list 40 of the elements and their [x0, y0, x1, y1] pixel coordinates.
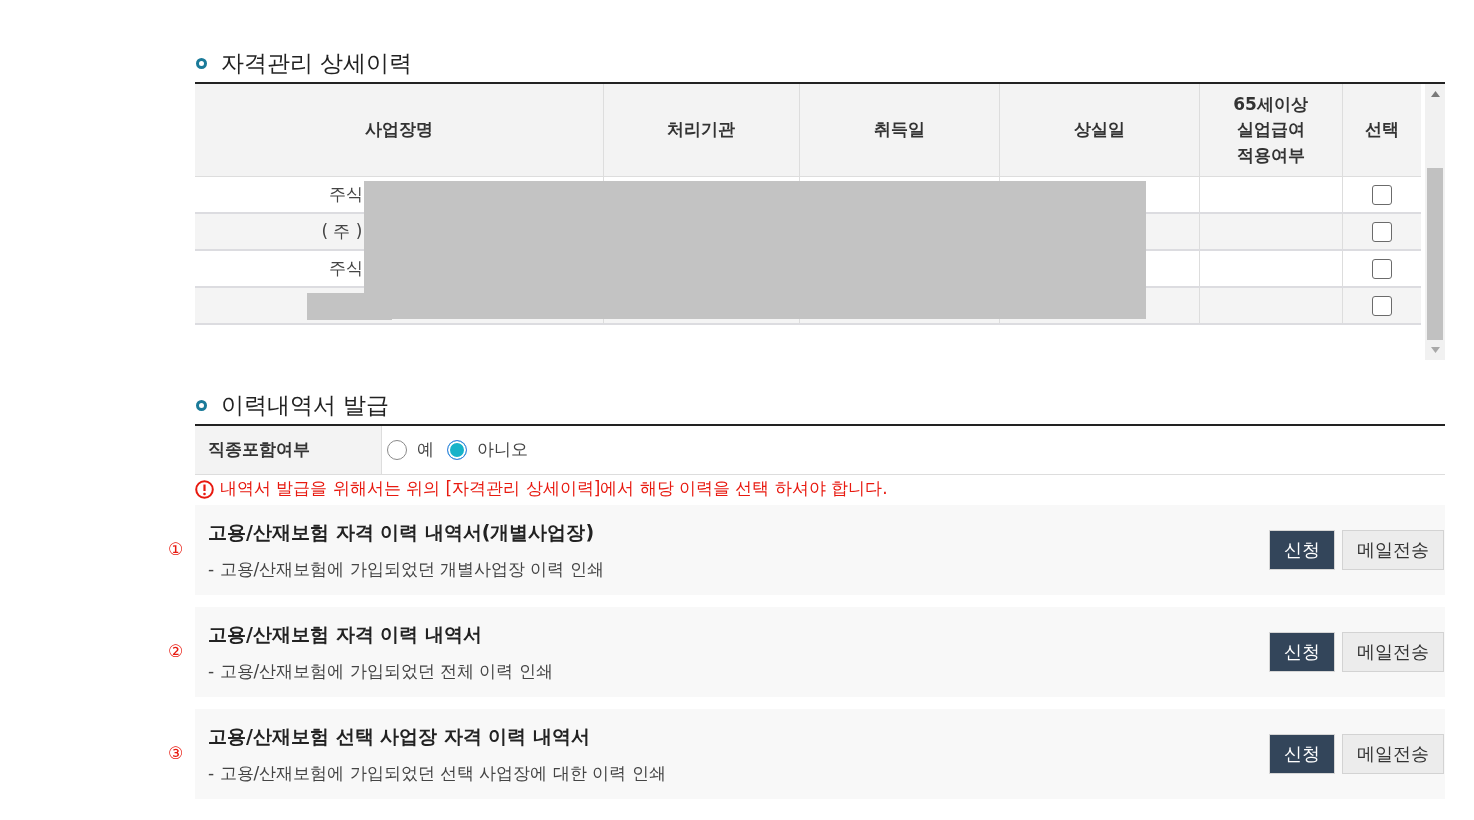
checkbox[interactable]: [1371, 258, 1392, 279]
checkbox[interactable]: [1371, 295, 1392, 316]
email-button[interactable]: 메일전송: [1342, 632, 1444, 672]
email-button[interactable]: 메일전송: [1342, 530, 1444, 570]
apply-button[interactable]: 신청: [1269, 632, 1335, 672]
document-description: - 고용/산재보험에 가입되었던 개별사업장 이력 인쇄: [208, 558, 604, 581]
scrollbar[interactable]: [1425, 84, 1445, 360]
apply-button[interactable]: 신청: [1269, 734, 1335, 774]
column-header: 선택: [1342, 84, 1421, 176]
checkbox[interactable]: [1371, 184, 1392, 205]
document-title: 고용/산재보험 자격 이력 내역서(개별사업장): [208, 520, 596, 545]
ring-icon: [196, 57, 207, 69]
document-description: - 고용/산재보험에 가입되었던 전체 이력 인쇄: [208, 660, 553, 683]
down-arrow-icon: [1430, 347, 1440, 354]
section-title: 자격관리 상세이력: [221, 51, 413, 75]
warning-message: 내역서 발급을 위해서는 위의 [자격관리 상세이력]에서 해당 이력을 선택 하셔야 합니다.: [220, 477, 888, 501]
section-title: 이력내역서 발급: [221, 393, 390, 417]
item-number: ①: [167, 539, 184, 560]
checkbox[interactable]: [1371, 221, 1392, 242]
item-number: ③: [167, 743, 184, 764]
item-number: ②: [167, 641, 184, 662]
radio-button[interactable]: [447, 440, 467, 460]
scrollbar-thumb[interactable]: [1427, 167, 1443, 341]
column-header: 사업장명: [195, 84, 603, 176]
apply-button[interactable]: 신청: [1269, 530, 1335, 570]
column-header: 처리기관: [603, 84, 799, 176]
radio-label[interactable]: 아니오: [477, 437, 528, 463]
up-arrow-icon: [1430, 90, 1440, 97]
document-title: 고용/산재보험 선택 사업장 자격 이력 내역서: [208, 724, 591, 749]
document-title: 고용/산재보험 자격 이력 내역서: [208, 622, 483, 647]
field-label: 직종포함여부: [208, 438, 310, 462]
radio-label[interactable]: 예: [417, 437, 434, 463]
column-header: 65세이상 실업급여 적용여부: [1199, 84, 1342, 176]
radio-button[interactable]: [387, 440, 407, 460]
exclamation-circle-icon: [195, 479, 214, 499]
document-description: - 고용/산재보험에 가입되었던 선택 사업장에 대한 이력 인쇄: [208, 762, 666, 785]
ring-icon: [196, 399, 207, 411]
email-button[interactable]: 메일전송: [1342, 734, 1444, 774]
column-header: 상실일: [999, 84, 1199, 176]
column-header: 취득일: [799, 84, 999, 176]
